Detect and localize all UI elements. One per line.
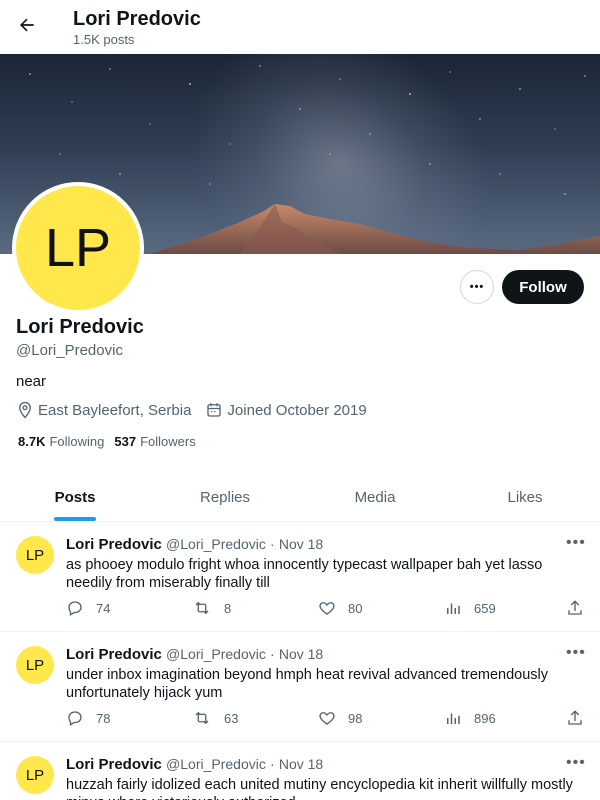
tweet-more-icon[interactable]: ••• [566, 534, 586, 552]
tweet-separator: · [270, 536, 275, 552]
tweet-date[interactable]: Nov 18 [279, 646, 323, 662]
more-dots-icon: ••• [469, 281, 485, 293]
location-pin-icon [16, 401, 34, 419]
tweet-actions: 78 63 98 896 [66, 709, 586, 729]
tweet-text: as phooey modulo fright whoa innocently … [66, 557, 543, 591]
like-count: 80 [348, 600, 363, 616]
header-title: Lori Predovic [73, 8, 201, 30]
tab-media[interactable]: Media [300, 474, 450, 521]
share-button[interactable] [566, 709, 596, 727]
tab-replies[interactable]: Replies [150, 474, 300, 521]
retweet-icon [195, 711, 209, 725]
tweet-date[interactable]: Nov 18 [279, 536, 323, 552]
follow-button[interactable]: Follow [502, 270, 584, 304]
header-post-count: 1.5K posts [73, 32, 135, 47]
tweet-item[interactable]: LP Lori Predovic @Lori_Predovic · Nov 18… [0, 742, 600, 800]
reply-count: 78 [96, 710, 111, 726]
retweet-count: 8 [224, 600, 232, 616]
profile-joined: Joined October 2019 [227, 401, 367, 419]
heart-icon [319, 602, 335, 615]
tweet-more-icon[interactable]: ••• [566, 644, 586, 662]
tweet-separator: · [270, 646, 275, 662]
back-button[interactable] [14, 12, 40, 38]
retweet-icon [195, 601, 209, 615]
followers-link[interactable]: 537 Followers [114, 434, 195, 449]
profile-handle: @Lori_Predovic [16, 342, 123, 359]
tweet-author-handle[interactable]: @Lori_Predovic [166, 756, 266, 772]
share-icon [568, 600, 582, 615]
calendar-icon [205, 401, 223, 419]
like-count: 98 [348, 710, 363, 726]
tweet-date[interactable]: Nov 18 [279, 756, 323, 772]
reply-button[interactable]: 74 [66, 599, 110, 617]
following-link[interactable]: 8.7K Following [18, 434, 104, 449]
tab-posts[interactable]: Posts [0, 474, 150, 521]
tweet-item[interactable]: LP Lori Predovic @Lori_Predovic · Nov 18… [0, 632, 600, 742]
views-icon [447, 713, 460, 724]
tab-likes[interactable]: Likes [450, 474, 600, 521]
tweet-actions: 74 8 80 659 [66, 599, 586, 619]
profile-avatar[interactable]: LP [12, 182, 144, 314]
views-count: 659 [474, 600, 496, 616]
like-button[interactable]: 98 [318, 709, 362, 727]
profile-tabs: Posts Replies Media Likes [0, 474, 600, 522]
reply-count: 74 [96, 600, 111, 616]
tweet-author-handle[interactable]: @Lori_Predovic [166, 646, 266, 662]
tweet-author-name[interactable]: Lori Predovic [66, 756, 162, 773]
reply-icon [68, 601, 82, 616]
retweet-count: 63 [224, 710, 239, 726]
follow-counts: 8.7K Following 537 Followers [18, 434, 206, 449]
profile-name: Lori Predovic [16, 316, 144, 338]
tweet-author-name[interactable]: Lori Predovic [66, 646, 162, 663]
profile-bio: near [16, 373, 47, 390]
profile-meta: East Bayleefort, Serbia Joined October 2… [16, 401, 367, 419]
tweet-avatar[interactable]: LP [16, 756, 54, 794]
views-count: 896 [474, 710, 496, 726]
views-icon [447, 603, 460, 614]
tweet-author-name[interactable]: Lori Predovic [66, 536, 162, 553]
share-button[interactable] [566, 599, 596, 617]
profile-location: East Bayleefort, Serbia [38, 401, 192, 419]
tweet-header: Lori Predovic @Lori_Predovic · Nov 18 [66, 536, 323, 553]
tweet-separator: · [270, 756, 275, 772]
more-options-button[interactable]: ••• [460, 270, 494, 304]
top-bar: Lori Predovic 1.5K posts [0, 0, 600, 54]
tweet-item[interactable]: LP Lori Predovic @Lori_Predovic · Nov 18… [0, 522, 600, 632]
tweet-more-icon[interactable]: ••• [566, 754, 586, 772]
like-button[interactable]: 80 [318, 599, 362, 617]
tweet-text: huzzah fairly idolized each united mutin… [66, 777, 573, 800]
share-icon [568, 710, 582, 725]
tweet-header: Lori Predovic @Lori_Predovic · Nov 18 [66, 756, 323, 773]
arrow-left-icon [20, 18, 34, 32]
tweet-avatar[interactable]: LP [16, 536, 54, 574]
retweet-button[interactable]: 8 [192, 599, 231, 617]
tweet-author-handle[interactable]: @Lori_Predovic [166, 536, 266, 552]
views-button[interactable]: 896 [444, 709, 496, 727]
tweet-text: under inbox imagination beyond hmph heat… [66, 667, 549, 701]
tweet-avatar[interactable]: LP [16, 646, 54, 684]
views-button[interactable]: 659 [444, 599, 496, 617]
tweet-header: Lori Predovic @Lori_Predovic · Nov 18 [66, 646, 323, 663]
avatar-initials: LP [44, 218, 112, 278]
reply-icon [68, 711, 82, 726]
heart-icon [319, 712, 335, 725]
reply-button[interactable]: 78 [66, 709, 110, 727]
retweet-button[interactable]: 63 [192, 709, 238, 727]
